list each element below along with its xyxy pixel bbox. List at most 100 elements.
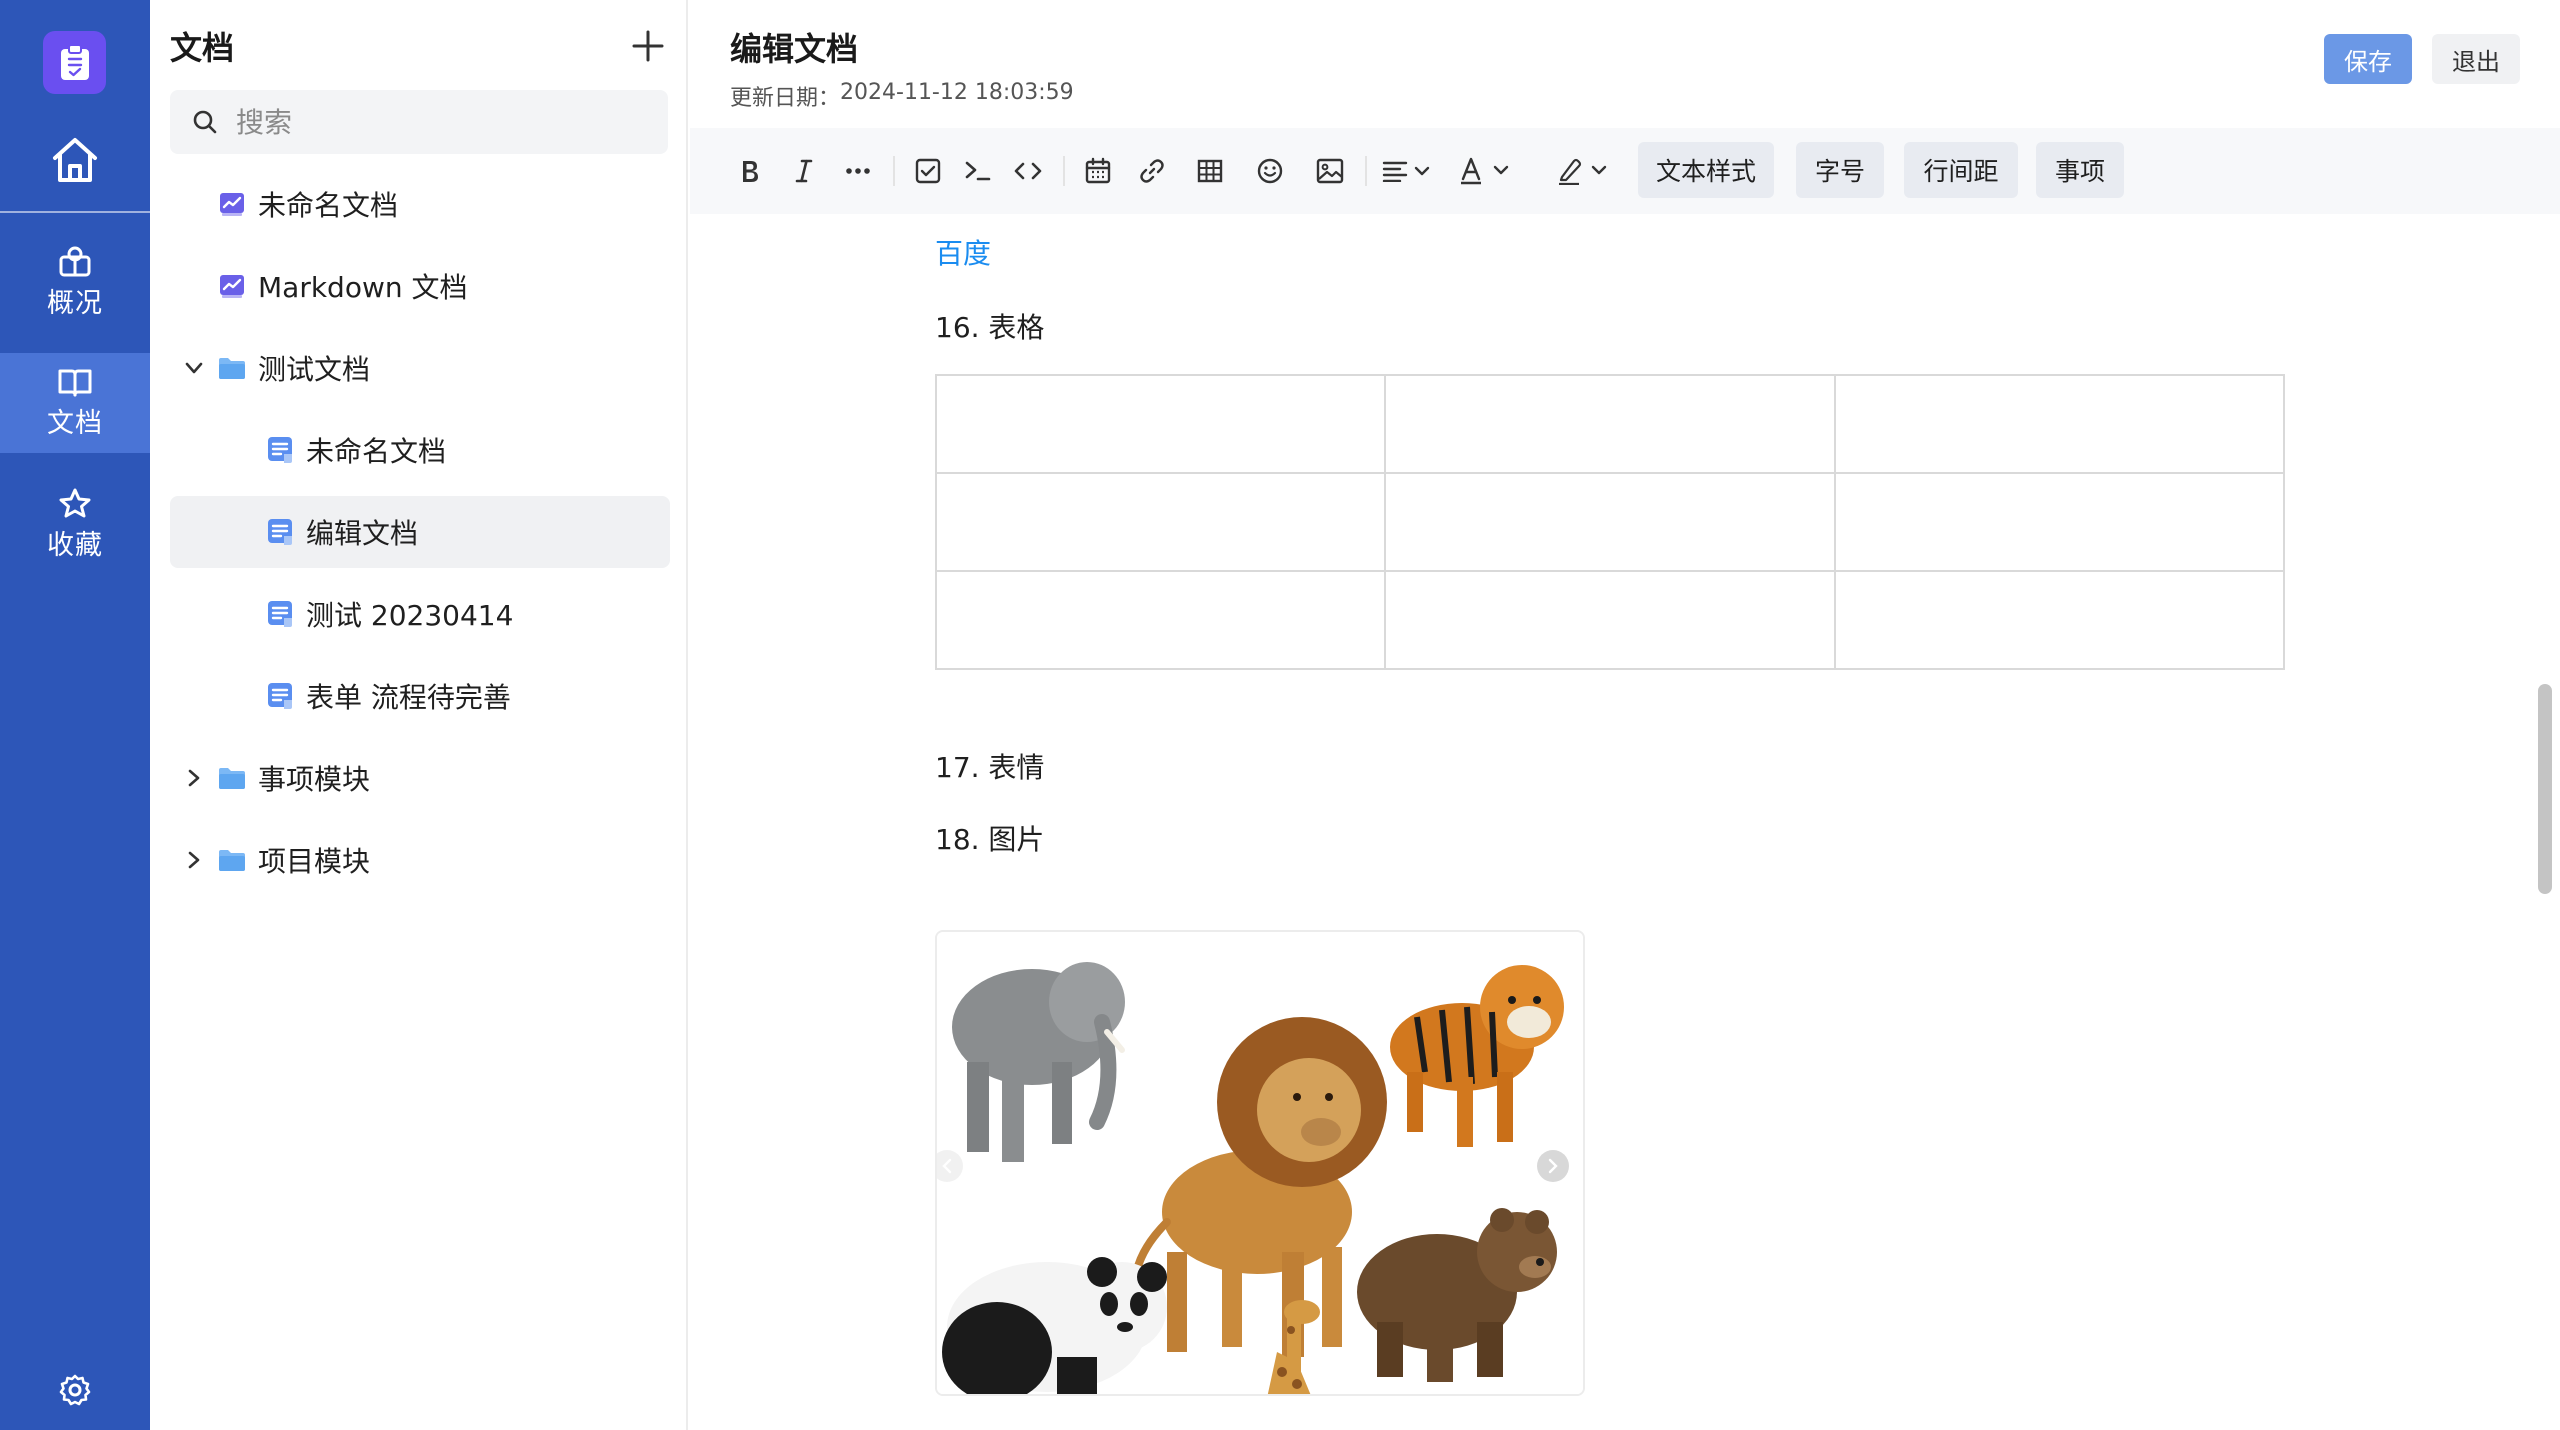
updated-value: 2024-11-12 18:03:59	[840, 80, 1074, 105]
tree-folder-tasks-module[interactable]: 事项模块	[170, 742, 670, 814]
table-cell[interactable]	[1384, 570, 1836, 670]
gear-icon	[59, 1374, 91, 1406]
tree-item-label: 未命名文档	[258, 189, 399, 222]
tree-item-label: 表单 流程待完善	[306, 681, 511, 714]
date-button[interactable]	[1078, 148, 1118, 194]
heading-table: 16. 表格	[935, 311, 1045, 344]
animals-image	[937, 932, 1583, 1394]
link-button[interactable]	[1132, 148, 1172, 194]
more-icon	[846, 168, 870, 174]
italic-button[interactable]	[784, 148, 824, 194]
emoji-button[interactable]	[1250, 148, 1290, 194]
toolbar-divider	[893, 156, 895, 186]
table-cell[interactable]	[934, 570, 1387, 670]
bold-button[interactable]	[730, 148, 770, 194]
heading-image: 18. 图片	[935, 823, 1045, 856]
font-color-dropdown[interactable]	[1456, 148, 1516, 194]
app-logo[interactable]	[43, 31, 106, 94]
tree-item-label: 测试文档	[258, 353, 371, 386]
highlighter-icon	[1559, 158, 1607, 185]
highlight-dropdown[interactable]	[1554, 148, 1614, 194]
table-cell[interactable]	[1833, 472, 2286, 572]
tree-item-untitled-doc-nested[interactable]: 未命名文档	[170, 414, 670, 486]
clipboard-check-icon	[60, 43, 89, 80]
chart-doc-icon	[218, 272, 246, 300]
updated-label: 更新日期：	[730, 86, 841, 111]
image-carousel[interactable]	[935, 930, 1585, 1396]
inline-code-button[interactable]	[1008, 148, 1048, 194]
font-color-icon	[1461, 157, 1509, 185]
plus-icon	[632, 30, 664, 62]
tree-item-label: 编辑文档	[306, 517, 419, 550]
content-table[interactable]	[934, 374, 2286, 670]
chevron-down-icon[interactable]	[180, 354, 208, 382]
image-icon	[1316, 158, 1344, 184]
chevron-left-icon	[942, 1158, 952, 1174]
more-button[interactable]	[838, 148, 878, 194]
line-spacing-button[interactable]: 行间距	[1904, 142, 2018, 198]
rail-divider	[0, 211, 150, 213]
search-icon	[193, 110, 217, 134]
italic-icon	[795, 159, 813, 183]
exit-button[interactable]: 退出	[2432, 34, 2520, 84]
table-row	[934, 570, 2286, 670]
tree-item-label: 项目模块	[258, 845, 371, 878]
toolbar-divider	[1063, 156, 1065, 186]
text-style-button[interactable]: 文本样式	[1638, 142, 1774, 198]
tree-item-form-flow[interactable]: 表单 流程待完善	[170, 660, 670, 732]
editor-content[interactable]: 百度 16. 表格 17. 表情 18. 图片	[690, 214, 2560, 1430]
tree-folder-test-docs[interactable]: 测试文档	[170, 332, 670, 404]
rail-item-favorites[interactable]: 收藏	[0, 474, 150, 574]
checkbox-button[interactable]	[908, 148, 948, 194]
table-icon	[1197, 159, 1223, 183]
rail-item-label: 概况	[47, 287, 103, 319]
task-item-button[interactable]: 事项	[2036, 142, 2124, 198]
tree-item-untitled-doc[interactable]: 未命名文档	[170, 168, 670, 240]
search-input[interactable]	[236, 105, 636, 139]
settings-button[interactable]	[0, 1350, 150, 1430]
table-cell[interactable]	[934, 374, 1387, 474]
tree-title: 文档	[170, 29, 235, 67]
folder-icon	[218, 764, 246, 792]
book-icon	[58, 369, 92, 396]
carousel-next-button[interactable]	[1537, 1150, 1569, 1182]
tree-item-label: 测试 20230414	[306, 599, 514, 632]
document-tree-panel: 文档 未命名文档	[150, 0, 688, 1430]
content-scrollbar-thumb[interactable]	[2538, 684, 2552, 894]
tree-item-test-20230414[interactable]: 测试 20230414	[170, 578, 670, 650]
page-title: 编辑文档	[730, 30, 859, 68]
app-window: 概况 文档 收藏 文档 搜索 未命名文档 Markdown 文档 测试文档 未命…	[0, 0, 2560, 1430]
image-button[interactable]	[1310, 148, 1350, 194]
chevron-right-icon[interactable]	[180, 846, 208, 874]
tree-search-box[interactable]	[170, 90, 668, 154]
rail-item-documents[interactable]: 文档	[0, 353, 150, 453]
rail-item-overview[interactable]: 概况	[0, 232, 150, 332]
tree-item-markdown-doc[interactable]: Markdown 文档	[170, 250, 670, 322]
table-button[interactable]	[1190, 148, 1230, 194]
tree-item-label: 未命名文档	[306, 435, 447, 468]
smiley-icon	[1257, 158, 1283, 184]
rail-home-button[interactable]	[0, 120, 150, 200]
table-row	[934, 472, 2286, 572]
add-document-button[interactable]	[626, 24, 670, 68]
table-cell[interactable]	[934, 472, 1387, 572]
table-cell[interactable]	[1833, 570, 2286, 670]
font-size-button[interactable]: 字号	[1796, 142, 1884, 198]
tree-item-edit-doc[interactable]: 编辑文档	[170, 496, 670, 568]
baidu-link[interactable]: 百度	[935, 232, 991, 272]
bold-icon	[743, 161, 758, 182]
checkbox-icon	[915, 158, 941, 184]
heading-emoji: 17. 表情	[935, 751, 1045, 784]
star-icon	[59, 488, 91, 517]
table-cell[interactable]	[1384, 374, 1836, 474]
save-button[interactable]: 保存	[2324, 34, 2412, 84]
code-block-button[interactable]	[958, 148, 998, 194]
chevron-right-icon[interactable]	[180, 764, 208, 792]
link-icon	[1140, 159, 1164, 183]
table-cell[interactable]	[1384, 472, 1836, 572]
align-dropdown[interactable]	[1378, 148, 1438, 194]
tree-item-label: 事项模块	[258, 763, 371, 796]
editor-panel: 编辑文档 更新日期： 2024-11-12 18:03:59 保存 退出 文本样…	[690, 0, 2560, 1430]
tree-folder-projects-module[interactable]: 项目模块	[170, 824, 670, 896]
table-cell[interactable]	[1833, 374, 2286, 474]
